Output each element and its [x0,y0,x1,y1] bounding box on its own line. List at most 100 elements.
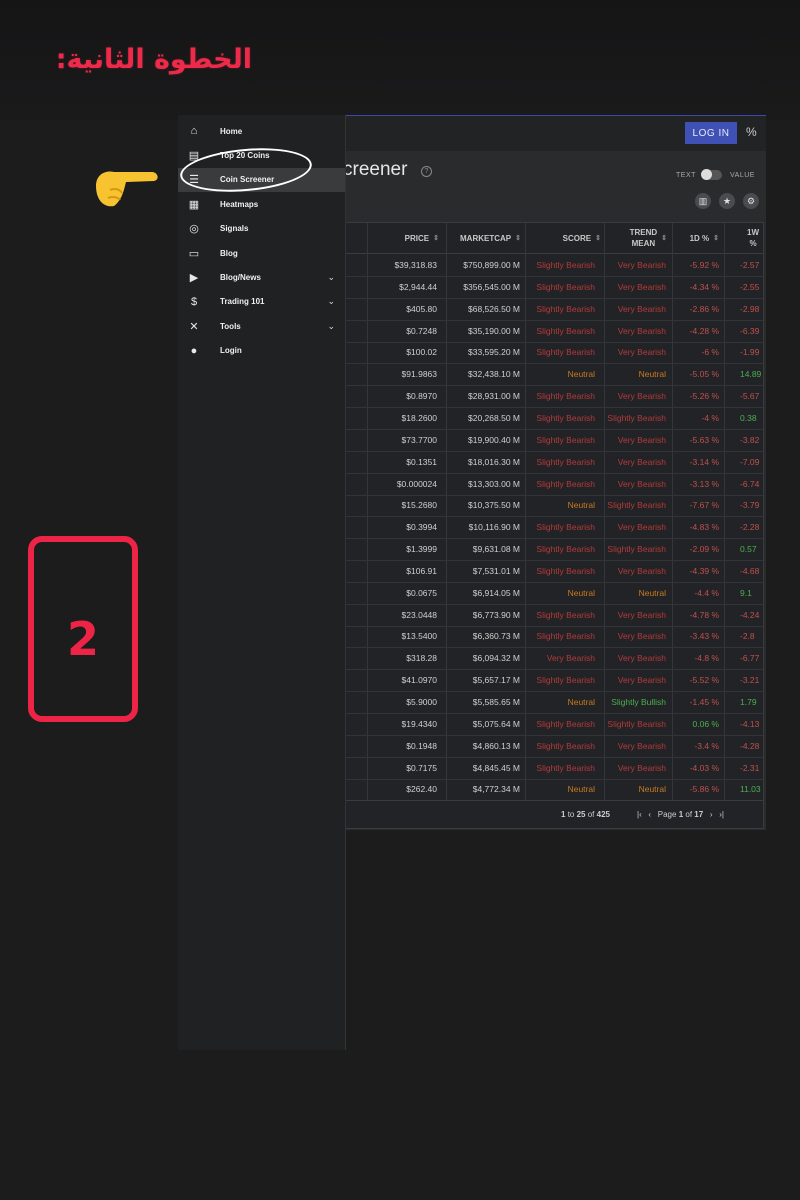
next-page-icon[interactable]: › [710,810,713,819]
score-cell: Slightly Bearish [536,675,595,686]
marketcap-cell: $35,190.00 M [468,325,520,336]
change-1w-cell: -1.99 [740,347,760,358]
header-marketcap[interactable]: MARKETCAP ⇕ [449,223,521,253]
change-1w-cell: -6.74 [740,478,760,489]
prev-page-icon[interactable]: ‹ [648,810,651,819]
price-cell: $23.0448 [401,609,437,620]
change-1w-cell: -4.28 [740,740,760,751]
help-icon[interactable]: ? [421,166,432,177]
change-1w-cell: -2.31 [740,762,760,773]
percent-icon[interactable]: % [746,125,757,139]
sidebar-item-signals[interactable]: ◎ Signals [178,217,345,241]
toggle-right-label: VALUE [730,172,755,179]
score-cell: Slightly Bearish [536,718,595,729]
chevron-down-icon[interactable]: ⌄ [327,296,335,307]
change-1d-cell: -5.26 % [689,391,719,402]
marketcap-cell: $9,631.08 M [472,544,520,555]
change-1d-cell: -5.63 % [689,434,719,445]
price-cell: $262.40 [406,784,437,795]
marketcap-cell: $18,016.30 M [468,456,520,467]
price-cell: $106.91 [406,565,437,576]
sidebar-item-label: Blog/News [220,272,261,282]
price-cell: $0.8970 [406,391,437,402]
price-cell: $15.2680 [401,500,437,511]
blog-icon: ▭ [188,247,200,260]
price-cell: $41.0970 [401,675,437,686]
score-cell: Slightly Bearish [536,412,595,423]
change-1w-cell: -5.67 [740,391,760,402]
person-icon: ● [190,344,198,357]
change-1w-cell: -2.98 [740,303,760,314]
marketcap-cell: $7,531.01 M [472,565,520,576]
sidebar-item-home[interactable]: ⌂ Home [178,119,345,143]
change-1w-cell: -6.77 [740,653,760,664]
score-cell: Slightly Bearish [536,522,595,533]
columns-icon[interactable]: ▥ [695,193,711,209]
change-1d-cell: -5.92 % [689,260,719,270]
header-1w[interactable]: 1W % [727,223,763,253]
change-1d-cell: -4.34 % [689,281,719,292]
price-cell: $318.28 [406,653,437,664]
trend-cell: Very Bearish [617,478,666,489]
change-1d-cell: -5.05 % [689,369,719,380]
trend-cell: Very Bearish [617,609,666,620]
marketcap-cell: $19,900.40 M [468,434,520,445]
price-cell: $0.3994 [406,522,437,533]
change-1w-cell: -6.39 [740,325,760,336]
change-1w-cell: -3.79 [740,500,760,511]
change-1w-cell: -7.09 [740,456,760,467]
marketcap-cell: $32,438.10 M [468,369,520,380]
sidebar-item-login[interactable]: ● Login [178,339,345,363]
sidebar-item-trading-101[interactable]: $ Trading 101 ⌄ [178,290,345,314]
dollar-icon: $ [190,295,198,308]
change-1d-cell: 0.06 % [692,718,719,729]
trend-cell: Very Bearish [617,565,666,576]
score-cell: Slightly Bearish [536,609,595,620]
sidebar-item-tools[interactable]: ✕ Tools ⌄ [178,314,345,338]
trend-cell: Very Bearish [617,675,666,686]
price-cell: $39,318.83 [394,260,437,270]
header-trend-mean[interactable]: TREND MEAN ⇕ [609,223,667,253]
sidebar-item-blog[interactable]: ▭ Blog [178,241,345,265]
last-page-icon[interactable]: ›| [719,810,724,819]
row-range: 1 to 25 of 425 [561,810,610,819]
score-cell: Slightly Bearish [536,281,595,292]
marketcap-cell: $33,595.20 M [468,347,520,358]
pagination: |‹ ‹ Page 1 of 17 › ›| [637,810,724,819]
trend-cell: Very Bearish [617,653,666,664]
header-price[interactable]: PRICE ⇕ [369,223,439,253]
gear-icon[interactable]: ⚙ [743,193,759,209]
change-1d-cell: -4.8 % [694,653,719,664]
marketcap-cell: $6,914.05 M [472,587,520,598]
score-cell: Neutral [567,587,595,598]
sidebar-item-blog-news[interactable]: ▶ Blog/News ⌄ [178,265,345,289]
change-1d-cell: -4.03 % [689,762,719,773]
trend-cell: Slightly Bearish [607,718,666,729]
tools-icon: ✕ [189,320,199,333]
trend-cell: Very Bearish [617,325,666,336]
first-page-icon[interactable]: |‹ [637,810,642,819]
sidebar-item-label: Login [220,346,242,356]
star-icon[interactable]: ★ [719,193,735,209]
change-1w-cell: -4.68 [740,565,760,576]
marketcap-cell: $5,657.17 M [472,675,520,686]
toggle-switch[interactable] [701,169,722,180]
change-1d-cell: -4.39 % [689,565,719,576]
chevron-down-icon[interactable]: ⌄ [327,272,335,283]
header-1d[interactable]: 1D % ⇕ [677,223,719,253]
score-cell: Slightly Bearish [536,565,595,576]
score-cell: Slightly Bearish [536,544,595,555]
change-1d-cell: -2.86 % [689,303,719,314]
sidebar-item-label: Home [220,126,243,136]
toggle-left-label: TEXT [676,172,696,179]
sidebar-item-heatmaps[interactable]: ▦ Heatmaps [178,192,345,216]
header-score[interactable]: SCORE ⇕ [529,223,601,253]
change-1d-cell: -2.09 % [689,544,719,555]
score-cell: Slightly Bearish [536,260,595,270]
login-button[interactable]: LOG IN [685,122,737,144]
chevron-down-icon[interactable]: ⌄ [327,321,335,332]
marketcap-cell: $356,545.00 M [463,281,520,292]
change-1w-cell: -3.82 [740,434,760,445]
change-1w-cell: -4.13 [740,718,760,729]
step-title: الخطوة الثانية: [55,44,252,75]
